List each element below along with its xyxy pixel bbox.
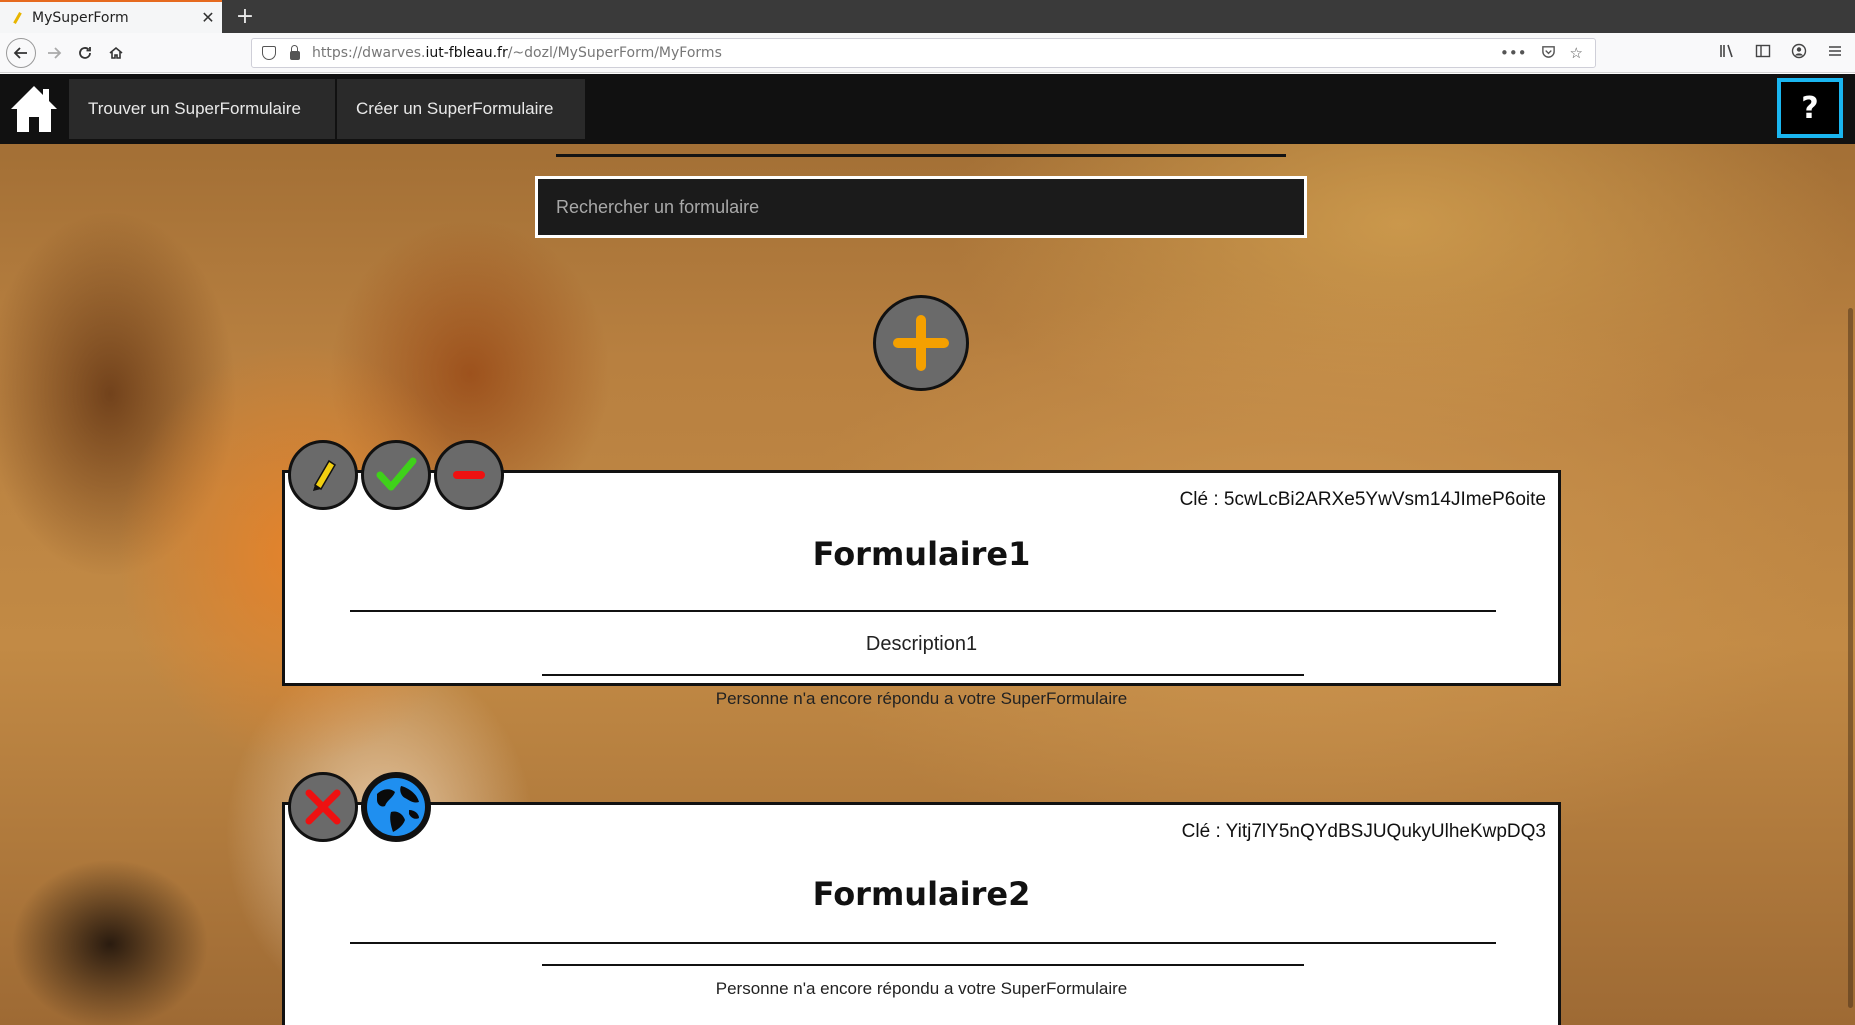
account-icon[interactable] <box>1791 43 1807 63</box>
form-card: Clé : Yitj7lY5nQYdBSJUQukyUlheKwpDQ3 For… <box>282 802 1561 1025</box>
close-icon <box>305 789 341 825</box>
pencil-favicon-icon <box>12 12 24 24</box>
tab-title: MySuperForm <box>32 9 129 26</box>
divider <box>556 154 1286 157</box>
help-button[interactable]: ? <box>1777 78 1843 138</box>
scrollbar-thumb[interactable] <box>1848 308 1853 1008</box>
form-status: Personne n'a encore répondu a votre Supe… <box>715 689 1128 708</box>
browser-tab[interactable]: MySuperForm ✕ <box>0 0 222 33</box>
nav-create-form[interactable]: Créer un SuperFormulaire <box>337 79 585 139</box>
minus-icon <box>453 471 485 479</box>
browser-tab-strip: MySuperForm ✕ + <box>0 0 1855 33</box>
page-viewport: Trouver un SuperFormulaire Créer un Supe… <box>0 74 1855 1025</box>
forward-button[interactable] <box>40 39 68 67</box>
bookmark-star-icon[interactable]: ☆ <box>1570 44 1583 63</box>
lock-icon[interactable] <box>290 44 300 60</box>
add-form-button[interactable] <box>873 295 969 391</box>
divider <box>542 674 1304 676</box>
pencil-icon <box>313 459 337 491</box>
sidebar-icon[interactable] <box>1755 43 1771 63</box>
edit-form-button[interactable] <box>288 440 358 510</box>
form-title: Formulaire2 <box>812 875 1031 913</box>
divider <box>350 942 1496 944</box>
form-description: Description1 <box>865 633 978 655</box>
divider <box>542 964 1304 966</box>
home-button[interactable] <box>0 74 68 144</box>
reload-button[interactable] <box>71 39 99 67</box>
globe-icon <box>367 778 425 836</box>
shield-icon[interactable] <box>262 46 276 60</box>
pocket-icon[interactable] <box>1541 44 1556 63</box>
nav-find-form[interactable]: Trouver un SuperFormulaire <box>69 79 335 139</box>
url-text[interactable]: https://dwarves.iut-fbleau.fr/~dozl/MySu… <box>312 45 1500 61</box>
publish-form-button[interactable] <box>361 440 431 510</box>
public-form-button[interactable] <box>361 772 431 842</box>
new-tab-button[interactable]: + <box>230 2 260 32</box>
browser-home-button[interactable] <box>102 39 130 67</box>
search-input[interactable] <box>535 176 1307 238</box>
arrow-left-icon <box>13 47 27 59</box>
browser-nav-bar: https://dwarves.iut-fbleau.fr/~dozl/MySu… <box>0 33 1855 73</box>
menu-icon[interactable] <box>1827 43 1843 63</box>
form-key: Clé : 5cwLcBi2ARXe5YwVsm14JImeP6oite <box>1179 489 1546 510</box>
tab-close-icon[interactable]: ✕ <box>194 8 222 27</box>
arrow-right-icon <box>48 47 62 59</box>
delete-form-button[interactable] <box>434 440 504 510</box>
home-icon <box>109 46 123 59</box>
form-title: Formulaire1 <box>812 535 1031 573</box>
plus-icon <box>893 315 949 371</box>
reload-icon <box>79 47 91 59</box>
url-bar[interactable]: https://dwarves.iut-fbleau.fr/~dozl/MySu… <box>251 38 1596 68</box>
more-actions-icon[interactable]: ••• <box>1500 44 1527 63</box>
scrollbar[interactable] <box>1845 74 1855 1025</box>
unpublish-form-button[interactable] <box>288 772 358 842</box>
site-header: Trouver un SuperFormulaire Créer un Supe… <box>0 74 1855 144</box>
check-icon <box>376 457 417 491</box>
library-icon[interactable] <box>1719 43 1735 63</box>
form-status: Personne n'a encore répondu a votre Supe… <box>715 979 1128 998</box>
form-key: Clé : Yitj7lY5nQYdBSJUQukyUlheKwpDQ3 <box>1181 821 1546 842</box>
house-icon <box>11 86 57 132</box>
back-button[interactable] <box>6 38 36 68</box>
divider <box>350 610 1496 612</box>
